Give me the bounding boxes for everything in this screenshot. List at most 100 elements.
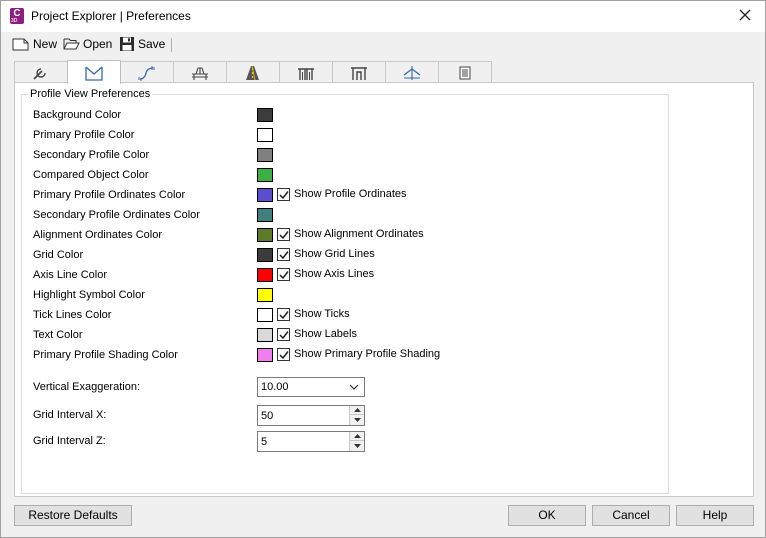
color-swatch-button[interactable] bbox=[257, 168, 273, 182]
color-swatch-button[interactable] bbox=[257, 288, 273, 302]
tab-bridge[interactable] bbox=[173, 61, 227, 83]
new-button[interactable]: New bbox=[12, 35, 57, 53]
checkmark-icon bbox=[279, 191, 289, 200]
open-button[interactable]: Open bbox=[63, 35, 112, 53]
show-checkbox[interactable] bbox=[277, 248, 290, 261]
new-label: New bbox=[33, 37, 58, 51]
grid-interval-x-label: Grid Interval X: bbox=[33, 409, 107, 421]
grid-interval-z-value: 5 bbox=[261, 436, 268, 448]
vertical-exaggeration-value: 10.00 bbox=[261, 381, 289, 393]
show-checkbox-label: Show Labels bbox=[294, 328, 357, 340]
pressure-network-icon bbox=[351, 66, 367, 80]
open-folder-icon bbox=[63, 38, 80, 50]
show-checkbox[interactable] bbox=[277, 348, 290, 361]
color-row-label: Alignment Ordinates Color bbox=[33, 229, 163, 241]
spin-up-button[interactable] bbox=[350, 406, 364, 415]
grid-interval-x-value: 50 bbox=[261, 410, 274, 422]
grid-interval-z-spinner[interactable]: 5 bbox=[257, 431, 365, 452]
restore-defaults-button[interactable]: Restore Defaults bbox=[14, 505, 132, 526]
toolbar-separator bbox=[171, 38, 172, 52]
color-row-label: Secondary Profile Color bbox=[33, 149, 150, 161]
save-disk-icon bbox=[120, 37, 134, 51]
caret-down-icon bbox=[353, 444, 361, 448]
spin-down-button[interactable] bbox=[350, 441, 364, 451]
tab-tables[interactable] bbox=[438, 61, 492, 83]
color-swatch-button[interactable] bbox=[257, 188, 273, 202]
color-swatch-button[interactable] bbox=[257, 308, 273, 322]
color-row-label: Highlight Symbol Color bbox=[33, 289, 145, 301]
open-label: Open bbox=[83, 37, 113, 51]
chevron-down-icon bbox=[349, 384, 359, 390]
vertical-exaggeration-label: Vertical Exaggeration: bbox=[33, 381, 141, 393]
pipe-network-icon bbox=[298, 67, 314, 80]
color-swatch-button[interactable] bbox=[257, 148, 273, 162]
tab-general[interactable] bbox=[14, 61, 68, 83]
checkmark-icon bbox=[279, 311, 289, 320]
help-button[interactable]: Help bbox=[676, 505, 754, 526]
color-row-label: Text Color bbox=[33, 329, 83, 341]
toolbar: New Open Save bbox=[1, 32, 765, 57]
grid-interval-x-spinner[interactable]: 50 bbox=[257, 405, 365, 426]
tab-road[interactable] bbox=[226, 61, 280, 83]
ok-button[interactable]: OK bbox=[508, 505, 586, 526]
section-view-icon bbox=[403, 65, 421, 80]
show-checkbox-label: Show Profile Ordinates bbox=[294, 188, 407, 200]
color-row-label: Primary Profile Shading Color bbox=[33, 349, 178, 361]
color-swatch-button[interactable] bbox=[257, 108, 273, 122]
close-icon bbox=[739, 9, 751, 21]
alignment-curve-icon bbox=[138, 65, 155, 81]
color-row-label: Grid Color bbox=[33, 249, 84, 261]
wrench-icon bbox=[33, 67, 46, 80]
color-row-label: Compared Object Color bbox=[33, 169, 149, 181]
caret-down-icon bbox=[353, 418, 361, 422]
spinner-buttons bbox=[349, 406, 364, 425]
tab-alignment[interactable] bbox=[120, 61, 174, 83]
tab-pressure-network[interactable] bbox=[332, 61, 386, 83]
color-swatch-button[interactable] bbox=[257, 328, 273, 342]
color-row-label: Primary Profile Color bbox=[33, 129, 135, 141]
color-swatch-button[interactable] bbox=[257, 348, 273, 362]
color-swatch-button[interactable] bbox=[257, 128, 273, 142]
profile-view-preferences-group: Profile View Preferences Background Colo… bbox=[21, 88, 669, 494]
close-button[interactable] bbox=[737, 6, 753, 24]
show-checkbox-label: Show Ticks bbox=[294, 308, 350, 320]
bridge-icon bbox=[192, 66, 208, 80]
checkmark-icon bbox=[279, 351, 289, 360]
caret-up-icon bbox=[353, 408, 361, 412]
show-checkbox[interactable] bbox=[277, 228, 290, 241]
tab-profile-view[interactable] bbox=[67, 60, 121, 84]
color-row-label: Primary Profile Ordinates Color bbox=[33, 189, 186, 201]
show-checkbox[interactable] bbox=[277, 328, 290, 341]
vertical-exaggeration-dropdown[interactable]: 10.00 bbox=[257, 377, 365, 397]
preferences-dialog: C 3D Project Explorer | Preferences New … bbox=[0, 0, 766, 538]
color-swatch-button[interactable] bbox=[257, 268, 273, 282]
tab-section-view[interactable] bbox=[385, 61, 439, 83]
save-label: Save bbox=[138, 37, 166, 51]
color-swatch-button[interactable] bbox=[257, 248, 273, 262]
show-checkbox[interactable] bbox=[277, 268, 290, 281]
checkmark-icon bbox=[279, 251, 289, 260]
show-checkbox-label: Show Grid Lines bbox=[294, 248, 375, 260]
checkmark-icon bbox=[279, 231, 289, 240]
checkmark-icon bbox=[279, 271, 289, 280]
color-swatch-button[interactable] bbox=[257, 208, 273, 222]
civil3d-app-icon: C 3D bbox=[10, 8, 24, 24]
tab-pipe-network[interactable] bbox=[279, 61, 333, 83]
show-checkbox[interactable] bbox=[277, 188, 290, 201]
show-checkbox-label: Show Primary Profile Shading bbox=[294, 348, 441, 360]
save-button[interactable]: Save bbox=[119, 35, 165, 53]
window-title: Project Explorer | Preferences bbox=[31, 9, 191, 23]
color-row-label: Tick Lines Color bbox=[33, 309, 112, 321]
spin-up-button[interactable] bbox=[350, 432, 364, 441]
color-swatch-button[interactable] bbox=[257, 228, 273, 242]
show-checkbox[interactable] bbox=[277, 308, 290, 321]
group-title: Profile View Preferences bbox=[28, 88, 153, 100]
color-row-label: Axis Line Color bbox=[33, 269, 107, 281]
new-document-icon bbox=[12, 38, 29, 51]
cancel-button[interactable]: Cancel bbox=[592, 505, 670, 526]
show-checkbox-label: Show Alignment Ordinates bbox=[294, 228, 424, 240]
spin-down-button[interactable] bbox=[350, 415, 364, 425]
app-icon-sub: 3D bbox=[11, 18, 18, 24]
color-row-label: Background Color bbox=[33, 109, 122, 121]
color-row-label: Secondary Profile Ordinates Color bbox=[33, 209, 200, 221]
